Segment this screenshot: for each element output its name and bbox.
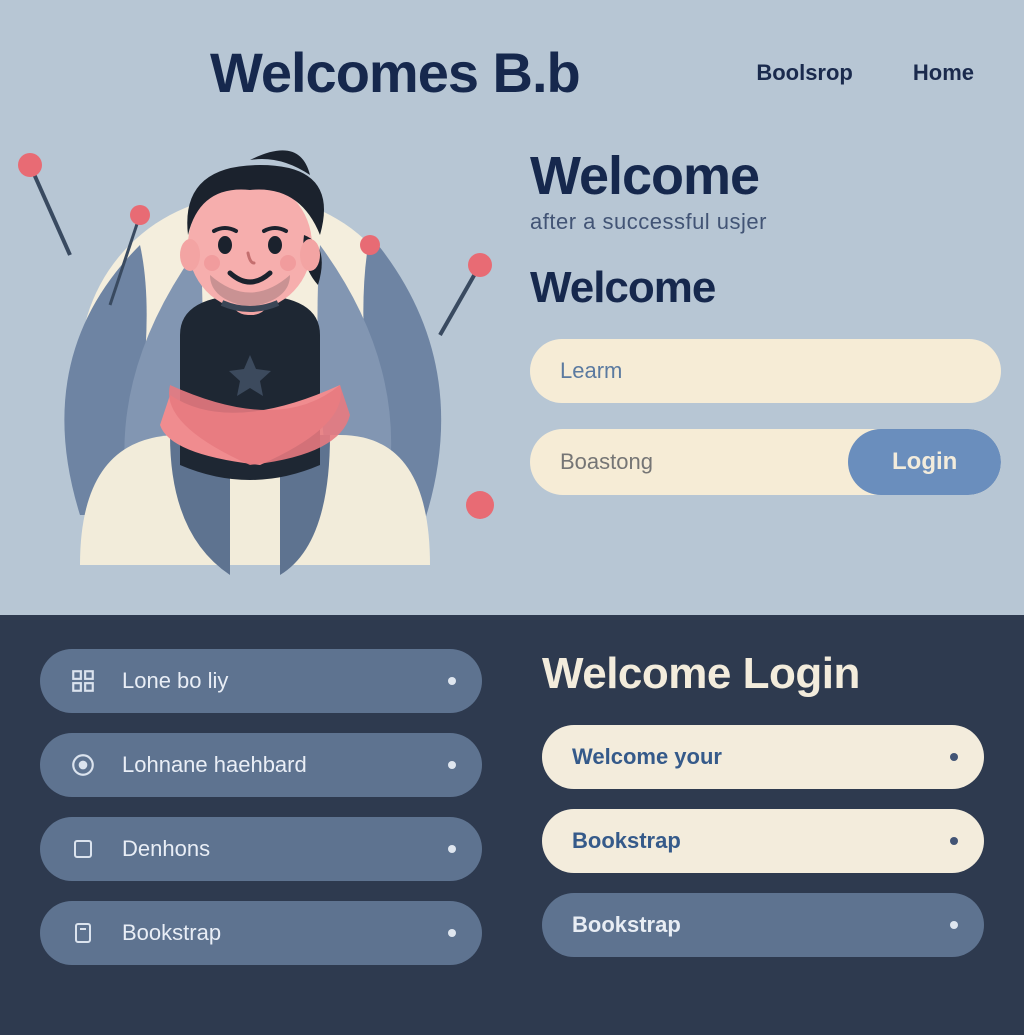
square-icon [66, 832, 100, 866]
header: Welcomes B.b Boolsrop Home [0, 0, 1024, 115]
hero-content: Welcome after a successful usjer Welcome… [500, 115, 1001, 575]
hero-subtitle: after a successful usjer [530, 209, 1001, 235]
site-logo: Welcomes B.b [210, 40, 580, 105]
hero-title-secondary: Welcome [530, 263, 1001, 313]
chevron-dot-icon [950, 753, 958, 761]
band-title: Welcome Login [542, 649, 984, 699]
select-label: Bookstrap [572, 912, 681, 938]
chevron-dot-icon [950, 837, 958, 845]
select-bookstrap-2[interactable]: Bookstrap [542, 893, 984, 957]
nav-link-home[interactable]: Home [913, 60, 974, 86]
login-input-row: Login [530, 429, 1001, 495]
menu-item-label: Bookstrap [122, 920, 221, 946]
hero-section: Welcome after a successful usjer Welcome… [0, 115, 1024, 615]
menu-item-label: Lohnane haehbard [122, 752, 307, 778]
menu-item-lone[interactable]: Lone bo liy [40, 649, 482, 713]
select-bookstrap-1[interactable]: Bookstrap [542, 809, 984, 873]
hero-illustration [0, 135, 500, 595]
band-right-column: Welcome Login Welcome your Bookstrap Boo… [542, 649, 984, 995]
nav-link-boolsrop[interactable]: Boolsrop [756, 60, 853, 86]
menu-item-denhons[interactable]: Denhons [40, 817, 482, 881]
chevron-dot-icon [950, 921, 958, 929]
boasting-input[interactable] [560, 449, 848, 475]
chevron-dot-icon [448, 761, 456, 769]
select-label: Bookstrap [572, 828, 681, 854]
band-left-column: Lone bo liy Lohnane haehbard Denhons [40, 649, 482, 995]
bottom-band: Lone bo liy Lohnane haehbard Denhons [0, 615, 1024, 1035]
menu-item-label: Denhons [122, 836, 210, 862]
learn-input[interactable] [530, 339, 1001, 403]
menu-item-lohnane[interactable]: Lohnane haehbard [40, 733, 482, 797]
chevron-dot-icon [448, 677, 456, 685]
hero-title: Welcome [530, 145, 1001, 207]
select-welcome-your[interactable]: Welcome your [542, 725, 984, 789]
chevron-dot-icon [448, 845, 456, 853]
doc-icon [66, 916, 100, 950]
menu-item-label: Lone bo liy [122, 668, 228, 694]
login-button[interactable]: Login [848, 429, 1001, 495]
menu-item-bookstrap[interactable]: Bookstrap [40, 901, 482, 965]
grid-icon [66, 664, 100, 698]
circle-icon [66, 748, 100, 782]
chevron-dot-icon [448, 929, 456, 937]
select-label: Welcome your [572, 744, 722, 770]
top-nav: Boolsrop Home [756, 60, 974, 86]
